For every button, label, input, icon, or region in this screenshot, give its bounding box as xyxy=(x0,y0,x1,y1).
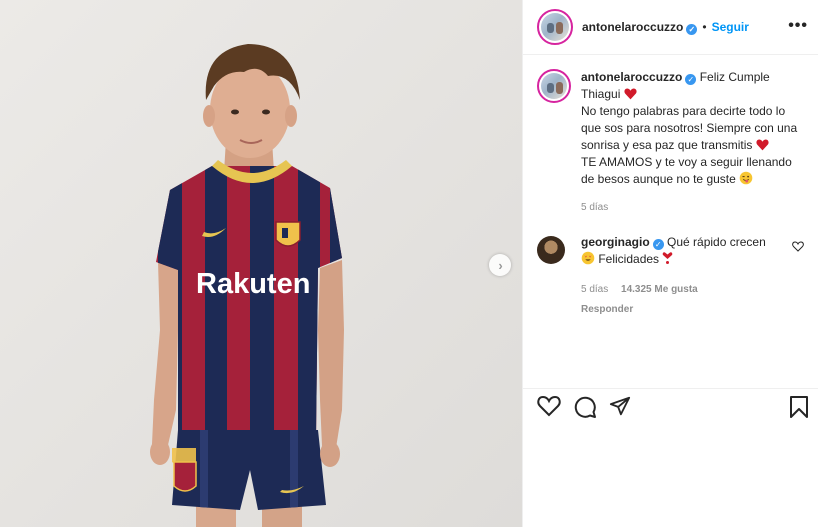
like-comment-heart-icon[interactable] xyxy=(792,241,804,252)
post-photo[interactable]: Rakuten › xyxy=(0,0,522,527)
action-bar xyxy=(523,388,818,428)
caption-username[interactable]: antonelaroccuzzo xyxy=(581,70,682,84)
bookmark-icon[interactable] xyxy=(789,395,809,419)
author-avatar[interactable] xyxy=(537,9,573,45)
heart-exclamation-icon xyxy=(663,252,673,264)
follow-button[interactable]: Seguir xyxy=(712,20,749,34)
caption-paragraph-1: No tengo palabras para decirte todo lo q… xyxy=(581,104,798,152)
caption: antonelaroccuzzo ✓ Feliz Cumple Thiagui N… xyxy=(537,69,804,216)
reply-button[interactable]: Responder xyxy=(581,301,782,318)
heart-eyes-emoji-icon xyxy=(581,251,595,265)
shirt-sponsor-text: Rakuten xyxy=(196,268,310,300)
instagram-post: Rakuten › antonelaroccuzzo ✓ • Seguir ••… xyxy=(0,0,818,527)
winking-tongue-emoji-icon xyxy=(739,171,753,185)
comment-meta: 5 días 14.325 Me gusta xyxy=(581,281,782,298)
share-icon[interactable] xyxy=(609,395,631,417)
heart-icon[interactable] xyxy=(537,395,561,417)
caption-time: 5 días xyxy=(581,202,609,213)
comment-icon[interactable] xyxy=(573,395,597,419)
separator-dot: • xyxy=(702,20,707,34)
red-heart-icon xyxy=(756,139,769,151)
more-icon[interactable]: ••• xyxy=(788,17,808,35)
comment-text-part2: Felicidades xyxy=(598,252,660,266)
next-photo-button[interactable]: › xyxy=(489,254,511,276)
chevron-right-icon: › xyxy=(498,257,503,273)
verified-icon: ✓ xyxy=(686,23,698,35)
red-heart-icon xyxy=(624,88,637,100)
caption-paragraph-2: TE AMAMOS y te voy a seguir llenando de … xyxy=(581,155,792,186)
boy-in-barcelona-kit-image: Rakuten xyxy=(0,0,522,527)
commenter-avatar[interactable] xyxy=(537,234,569,266)
commenter-username[interactable]: georginagio xyxy=(581,235,650,249)
comments-section[interactable]: antonelaroccuzzo ✓ Feliz Cumple Thiagui N… xyxy=(523,55,818,388)
comment-row: georginagio ✓ Qué rápido crecen Felicidad… xyxy=(537,234,804,318)
comment-time: 5 días xyxy=(581,284,609,295)
caption-author-avatar[interactable] xyxy=(537,69,571,103)
author-username[interactable]: antonelaroccuzzo ✓ xyxy=(582,20,698,35)
comment-text-part1: Qué rápido crecen xyxy=(667,235,766,249)
post-side-panel: antonelaroccuzzo ✓ • Seguir ••• antonelar… xyxy=(522,0,818,527)
post-header: antonelaroccuzzo ✓ • Seguir ••• xyxy=(523,0,818,55)
verified-icon: ✓ xyxy=(652,239,664,250)
verified-icon: ✓ xyxy=(685,74,697,85)
comment-likes[interactable]: 14.325 Me gusta xyxy=(621,284,698,295)
